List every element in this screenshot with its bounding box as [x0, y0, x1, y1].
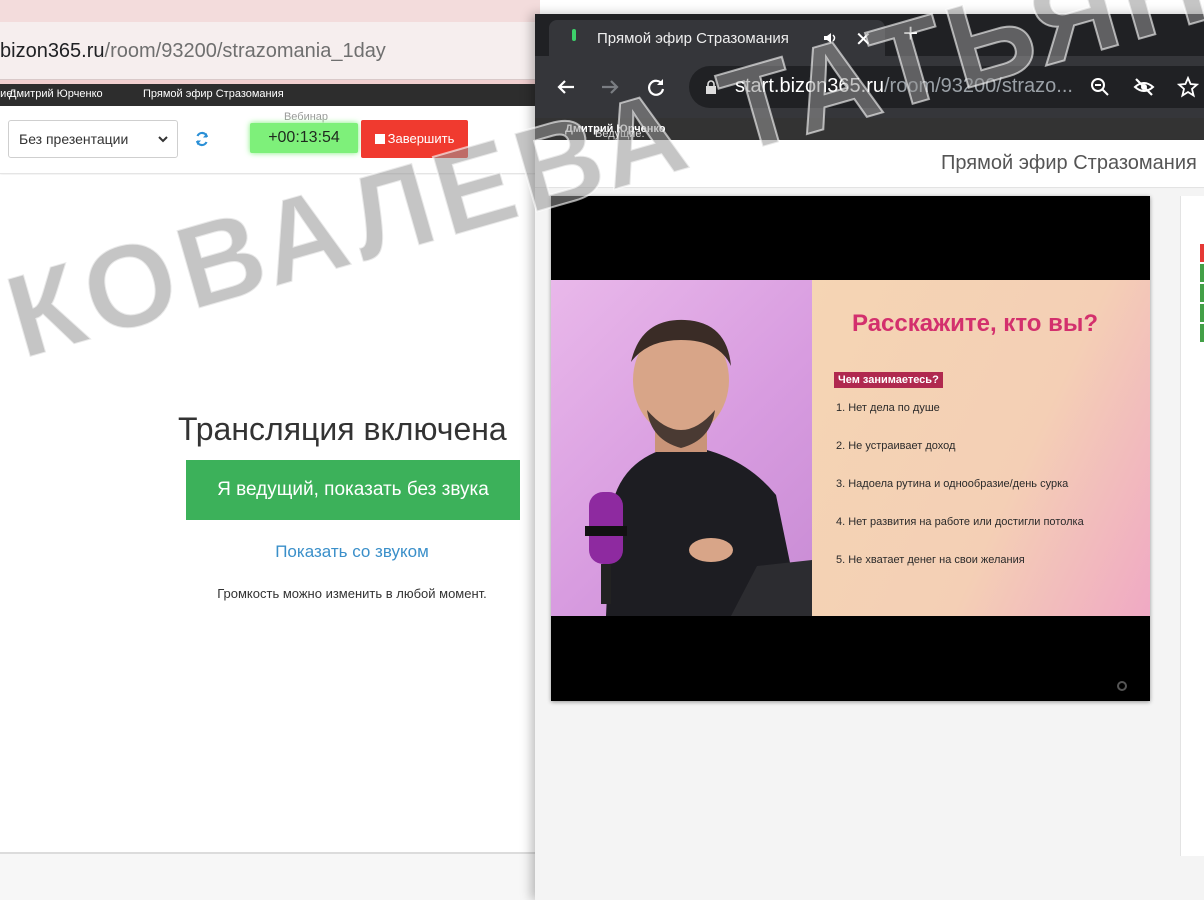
chevron-down-icon	[158, 136, 168, 143]
favicon-icon	[572, 29, 576, 41]
host-name: Дмитрий Юрченко	[9, 88, 103, 100]
timer-label: Вебинар	[283, 111, 329, 123]
webinar-title: Прямой эфир Стразомания	[941, 152, 1197, 174]
address-url[interactable]: bizon365.ru/room/93200/strazomania_1day	[0, 40, 386, 63]
participants-indicator	[1200, 244, 1204, 342]
volume-hint: Громкость можно изменить в любой момент.	[217, 586, 487, 601]
slide-item: 3. Надоела рутина и однообразие/день сур…	[836, 478, 1069, 490]
presenter-footer	[0, 852, 540, 900]
slide-title: Расскажите, кто вы?	[852, 310, 1098, 337]
webinar-name: Прямой эфир Стразомания	[143, 88, 284, 100]
broadcast-status: Трансляция включена	[178, 411, 507, 447]
url-domain: bizon365.ru	[0, 40, 105, 62]
slide-item: 4. Нет развития на работе или достигли п…	[836, 516, 1084, 528]
screenshot-stage: bizon365.ru/room/93200/strazomania_1day …	[0, 0, 1204, 900]
window-top-strip	[0, 0, 540, 22]
show-with-sound-link[interactable]: Показать со звуком	[185, 542, 519, 562]
speaker-video	[551, 280, 812, 616]
presentation-select[interactable]: Без презентации	[8, 120, 178, 158]
bookmark-star-icon[interactable]	[1177, 76, 1199, 98]
slide-item: 2. Не устраивает доход	[836, 440, 956, 452]
slide-item: 5. Не хватает денег на свои желания	[836, 554, 1025, 566]
presentation-select-value: Без презентации	[19, 131, 129, 147]
eye-off-icon[interactable]	[1133, 76, 1155, 98]
slide-list: 1. Нет дела по душе 2. Не устраивает дох…	[836, 402, 1084, 592]
slide-question: Чем занимаетесь?	[834, 372, 943, 388]
host-info-bar: Ведущие: Дмитрий Юрченко Прямой эфир Стр…	[0, 84, 540, 106]
show-without-sound-button[interactable]: Я ведущий, показать без звука	[186, 460, 520, 520]
video-player[interactable]: Расскажите, кто вы? Чем занимаетесь? 1. …	[551, 196, 1150, 701]
slide: Расскажите, кто вы? Чем занимаетесь? 1. …	[812, 280, 1150, 616]
settings-gear-icon[interactable]	[1116, 680, 1128, 692]
slide-item: 1. Нет дела по душе	[836, 402, 940, 414]
webinar-timer: +00:13:54	[250, 123, 358, 153]
url-path: /room/93200/strazomania_1day	[104, 40, 386, 62]
refresh-icon[interactable]	[194, 131, 210, 147]
address-bar[interactable]: bizon365.ru/room/93200/strazomania_1day	[0, 22, 540, 80]
speaker-silhouette	[585, 319, 812, 616]
